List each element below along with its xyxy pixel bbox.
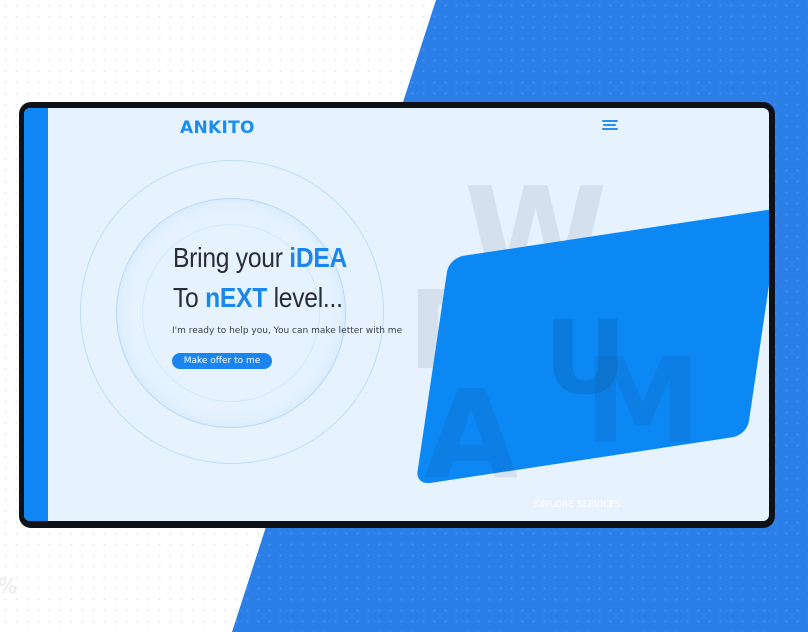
headline-text: level...: [266, 282, 343, 313]
headline-highlight: iDEA: [289, 242, 348, 273]
corner-decoration: %: [0, 574, 17, 598]
hamburger-menu-icon[interactable]: [602, 120, 618, 130]
headline-highlight: nEXT: [205, 282, 267, 313]
explore-services-link[interactable]: EXPLORE SERVICES: [533, 500, 621, 510]
decor-letter: A: [424, 364, 519, 506]
headline-text: Bring your: [173, 242, 290, 273]
decor-letter: M: [584, 332, 702, 470]
make-offer-button[interactable]: Make offer to me: [172, 353, 272, 369]
hero-subtext: I'm ready to help you, You can make lett…: [172, 326, 403, 336]
headline-text: To: [173, 282, 206, 313]
headline-line-1: Bring your iDEA: [173, 238, 347, 278]
menu-line: [602, 120, 618, 122]
website-screen: W D U A M ANKITO Bring your iDEA To nEXT…: [24, 108, 769, 521]
site-logo[interactable]: ANKITO: [180, 118, 255, 138]
headline-line-2: To nEXT level...: [173, 278, 347, 318]
hero-headline: Bring your iDEA To nEXT level...: [173, 238, 347, 318]
left-accent-bar: [24, 108, 48, 521]
menu-line: [602, 128, 618, 130]
menu-line: [603, 124, 616, 126]
device-frame: W D U A M ANKITO Bring your iDEA To nEXT…: [19, 102, 775, 528]
